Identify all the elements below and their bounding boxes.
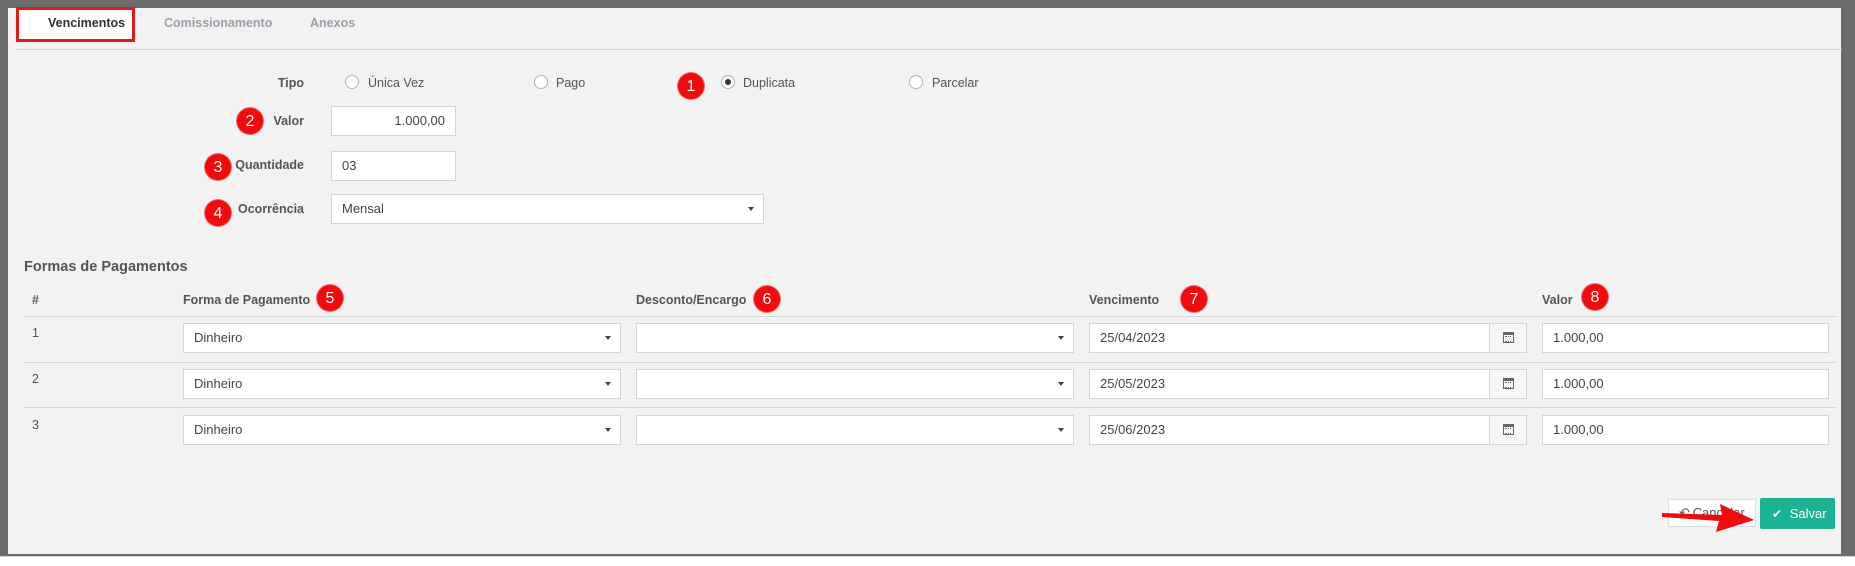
chevron-down-icon bbox=[748, 207, 754, 211]
quantidade-input[interactable]: 03 bbox=[331, 151, 456, 181]
chevron-down-icon bbox=[605, 428, 611, 432]
vencimento-value: 25/04/2023 bbox=[1100, 330, 1166, 345]
chevron-down-icon bbox=[1058, 428, 1064, 432]
forma-select-row-3[interactable]: Dinheiro bbox=[183, 415, 621, 445]
annotation-badge-3: 3 bbox=[204, 153, 232, 181]
section-title-pagamentos: Formas de Pagamentos bbox=[24, 259, 188, 275]
radio-pago-label: Pago bbox=[556, 76, 586, 90]
valor-input-row-3[interactable]: 1.000,00 bbox=[1542, 415, 1829, 445]
table-row-num: 1 bbox=[32, 326, 39, 340]
col-header-valor: Valor bbox=[1542, 293, 1573, 307]
table-row-num: 2 bbox=[32, 372, 39, 386]
vencimento-value: 25/06/2023 bbox=[1100, 422, 1166, 437]
radio-parcelar-label: Parcelar bbox=[932, 76, 979, 90]
row-divider bbox=[24, 362, 1836, 363]
save-button[interactable]: ✔ Salvar bbox=[1760, 498, 1835, 529]
calendar-icon bbox=[1503, 424, 1514, 435]
annotation-badge-5: 5 bbox=[316, 284, 344, 312]
col-header-desconto: Desconto/Encargo bbox=[636, 293, 747, 307]
annotation-badge-6: 6 bbox=[753, 285, 781, 313]
forma-value: Dinheiro bbox=[194, 376, 243, 391]
col-header-vencimento: Vencimento bbox=[1089, 293, 1160, 307]
table-row-num: 3 bbox=[32, 418, 39, 432]
ocorrencia-select[interactable]: Mensal bbox=[331, 194, 764, 224]
chevron-down-icon bbox=[605, 382, 611, 386]
valor-input-row-1[interactable]: 1.000,00 bbox=[1542, 323, 1829, 353]
row-divider bbox=[24, 407, 1836, 408]
save-button-label: Salvar bbox=[1789, 506, 1827, 521]
tab-vencimentos[interactable]: Vencimentos bbox=[48, 16, 125, 30]
vencimento-input-row-3[interactable]: 25/06/2023 bbox=[1089, 415, 1527, 445]
forma-value: Dinheiro bbox=[194, 422, 243, 437]
radio-pago[interactable] bbox=[534, 75, 548, 89]
radio-parcelar[interactable] bbox=[909, 75, 923, 89]
forma-value: Dinheiro bbox=[194, 330, 243, 345]
tipo-label: Tipo bbox=[277, 76, 304, 90]
tab-comissionamento[interactable]: Comissionamento bbox=[164, 16, 272, 30]
chevron-down-icon bbox=[1058, 336, 1064, 340]
radio-unica-vez-label: Única Vez bbox=[368, 76, 425, 90]
annotation-badge-4: 4 bbox=[204, 199, 232, 227]
annotation-badge-7: 7 bbox=[1180, 285, 1208, 313]
annotation-badge-8: 8 bbox=[1581, 283, 1609, 311]
valor-input[interactable]: 1.000,00 bbox=[331, 106, 456, 136]
annotation-badge-1: 1 bbox=[677, 72, 705, 100]
forma-select-row-1[interactable]: Dinheiro bbox=[183, 323, 621, 353]
vencimento-input-row-2[interactable]: 25/05/2023 bbox=[1089, 369, 1527, 399]
desconto-select-row-1[interactable] bbox=[636, 323, 1074, 353]
calendar-button[interactable] bbox=[1489, 369, 1527, 399]
radio-unica-vez[interactable] bbox=[345, 75, 359, 89]
ocorrencia-label: Ocorrência bbox=[237, 202, 304, 216]
vencimento-input-row-1[interactable]: 25/04/2023 bbox=[1089, 323, 1527, 353]
desconto-select-row-2[interactable] bbox=[636, 369, 1074, 399]
forma-select-row-2[interactable]: Dinheiro bbox=[183, 369, 621, 399]
col-header-forma: Forma de Pagamento bbox=[183, 293, 311, 307]
col-header-num: # bbox=[32, 293, 39, 307]
radio-duplicata[interactable] bbox=[721, 75, 735, 89]
vencimento-value: 25/05/2023 bbox=[1100, 376, 1166, 391]
bottom-strip bbox=[0, 556, 1855, 566]
calendar-button[interactable] bbox=[1489, 415, 1527, 445]
check-icon: ✔ bbox=[1772, 507, 1783, 521]
chevron-down-icon bbox=[605, 336, 611, 340]
calendar-icon bbox=[1503, 332, 1514, 343]
desconto-select-row-3[interactable] bbox=[636, 415, 1074, 445]
tab-anexos[interactable]: Anexos bbox=[310, 16, 355, 30]
quantidade-label: Quantidade bbox=[235, 158, 304, 172]
ocorrencia-value: Mensal bbox=[342, 201, 384, 216]
valor-input-row-2[interactable]: 1.000,00 bbox=[1542, 369, 1829, 399]
radio-duplicata-label: Duplicata bbox=[743, 76, 796, 90]
annotation-badge-2: 2 bbox=[236, 107, 264, 135]
calendar-button[interactable] bbox=[1489, 323, 1527, 353]
calendar-icon bbox=[1503, 378, 1514, 389]
chevron-down-icon bbox=[1058, 382, 1064, 386]
tab-bar bbox=[16, 6, 1842, 50]
annotation-arrow-icon bbox=[1662, 504, 1754, 532]
table-header-divider bbox=[24, 316, 1836, 317]
